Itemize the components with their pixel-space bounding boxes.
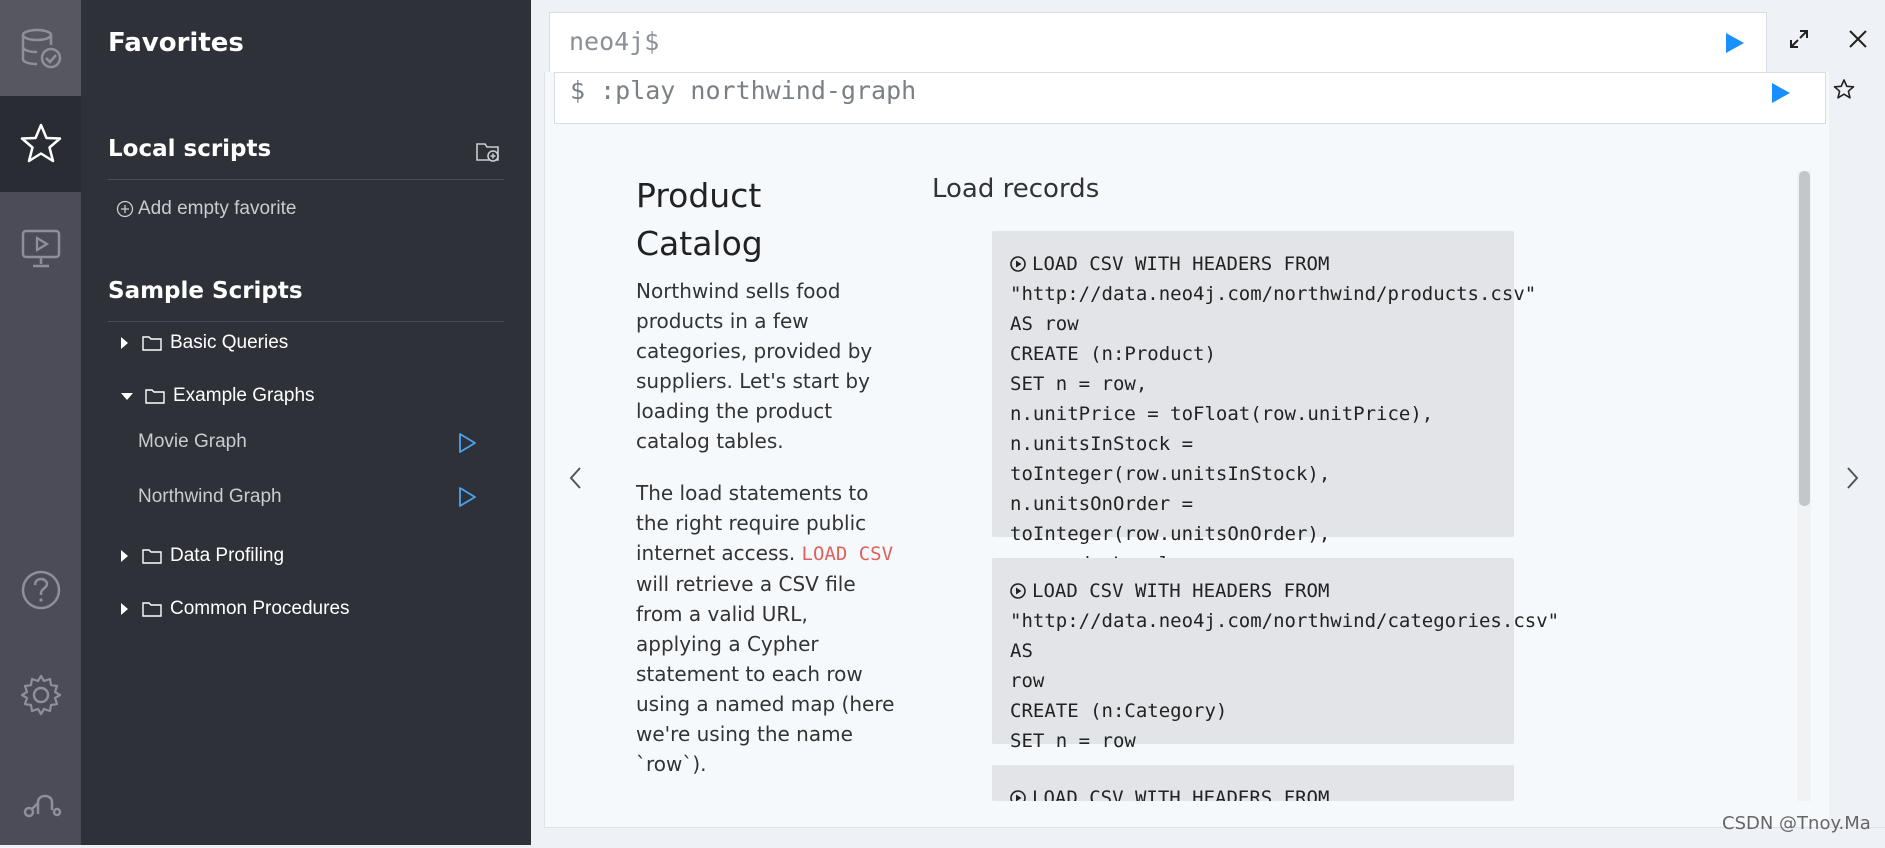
favorites-drawer: Favorites Local scripts Add empty favori…: [81, 0, 531, 845]
settings-button[interactable]: [0, 647, 81, 743]
script-movie-graph[interactable]: Movie Graph: [138, 431, 247, 453]
neo4j-logo-icon: [23, 794, 61, 818]
gear-icon: [20, 674, 61, 716]
folder-basic-queries[interactable]: Basic Queries: [121, 332, 288, 354]
folder-icon: [142, 336, 162, 351]
folder-icon: [142, 549, 162, 564]
local-scripts-title: Local scripts: [108, 136, 272, 162]
about-button[interactable]: [0, 752, 81, 848]
database-icon: [21, 28, 61, 69]
icon-rail: [0, 0, 81, 845]
folder-label: Example Graphs: [173, 385, 315, 406]
divider: [108, 179, 504, 180]
add-empty-favorite-label: Add empty favorite: [138, 198, 297, 219]
folder-icon: [142, 602, 162, 617]
slide-scrollbar-thumb[interactable]: [1799, 171, 1810, 506]
slide-title-line1: Product: [636, 176, 762, 215]
sample-scripts-title: Sample Scripts: [108, 278, 303, 304]
load-records-title: Load records: [932, 174, 1100, 204]
folder-add-icon[interactable]: [475, 140, 501, 164]
chevron-left-icon[interactable]: [566, 463, 586, 493]
editor-prompt: neo4j$: [569, 27, 660, 56]
folder-data-profiling[interactable]: Data Profiling: [121, 545, 284, 567]
slide-paragraph-2: The load statements to the right require…: [636, 478, 896, 779]
slide-paragraph-1: Northwind sells food products in a few c…: [636, 279, 873, 453]
watermark: CSDN @Tnoy.Ma: [1722, 813, 1871, 834]
folder-label: Common Procedures: [170, 598, 350, 619]
play-circle-icon[interactable]: [1010, 583, 1026, 599]
code-text: LOAD CSV WITH HEADERS FROM "http://data.…: [1010, 580, 1560, 752]
code-block-products[interactable]: LOAD CSV WITH HEADERS FROM "http://data.…: [992, 231, 1536, 635]
favorites-button[interactable]: [0, 96, 81, 192]
caret-right-icon: [121, 603, 128, 615]
folder-icon: [145, 389, 165, 404]
code-text: LOAD CSV WITH HEADERS FROM: [1032, 787, 1330, 801]
star-icon: [20, 123, 61, 163]
presentation-play-icon: [21, 229, 60, 268]
rerun-icon[interactable]: [1770, 81, 1792, 105]
folder-label: Data Profiling: [170, 545, 285, 566]
fullscreen-icon[interactable]: [1788, 28, 1810, 50]
run-movie-graph-icon[interactable]: [456, 432, 478, 454]
close-icon[interactable]: [1847, 28, 1869, 50]
drawer-title: Favorites: [108, 28, 244, 58]
caret-right-icon: [121, 337, 128, 349]
script-northwind-graph[interactable]: Northwind Graph: [138, 486, 282, 508]
folder-example-graphs[interactable]: Example Graphs: [121, 385, 315, 407]
chevron-right-icon[interactable]: [1842, 463, 1862, 493]
guides-button[interactable]: [0, 200, 81, 296]
play-circle-icon[interactable]: [1010, 256, 1026, 272]
editor-bar[interactable]: [549, 12, 1767, 74]
frame-bottom-border: [544, 827, 1885, 828]
run-query-icon[interactable]: [1724, 31, 1746, 55]
frame-command: $ :play northwind-graph: [570, 76, 917, 105]
divider: [108, 321, 504, 322]
caret-right-icon: [121, 550, 128, 562]
code-block-partial[interactable]: LOAD CSV WITH HEADERS FROM: [992, 765, 1514, 801]
slide-title-line2: Catalog: [636, 224, 763, 263]
slide-title: Product Catalog: [636, 172, 856, 268]
code-block-categories[interactable]: LOAD CSV WITH HEADERS FROM "http://data.…: [992, 558, 1559, 752]
favorite-star-icon[interactable]: [1833, 78, 1855, 100]
help-icon: [21, 570, 60, 610]
help-button[interactable]: [0, 542, 81, 638]
database-button[interactable]: [0, 0, 81, 96]
add-empty-favorite-link[interactable]: Add empty favorite: [116, 198, 296, 220]
caret-down-icon: [121, 392, 133, 400]
load-csv-code: LOAD CSV: [801, 543, 894, 565]
folder-common-procedures[interactable]: Common Procedures: [121, 598, 350, 620]
run-northwind-graph-icon[interactable]: [456, 486, 478, 508]
plus-circle-icon: [116, 200, 134, 218]
folder-label: Basic Queries: [170, 332, 289, 353]
para2-text-after: will retrieve a CSV file from a valid UR…: [636, 572, 895, 776]
play-circle-icon[interactable]: [1010, 790, 1026, 801]
